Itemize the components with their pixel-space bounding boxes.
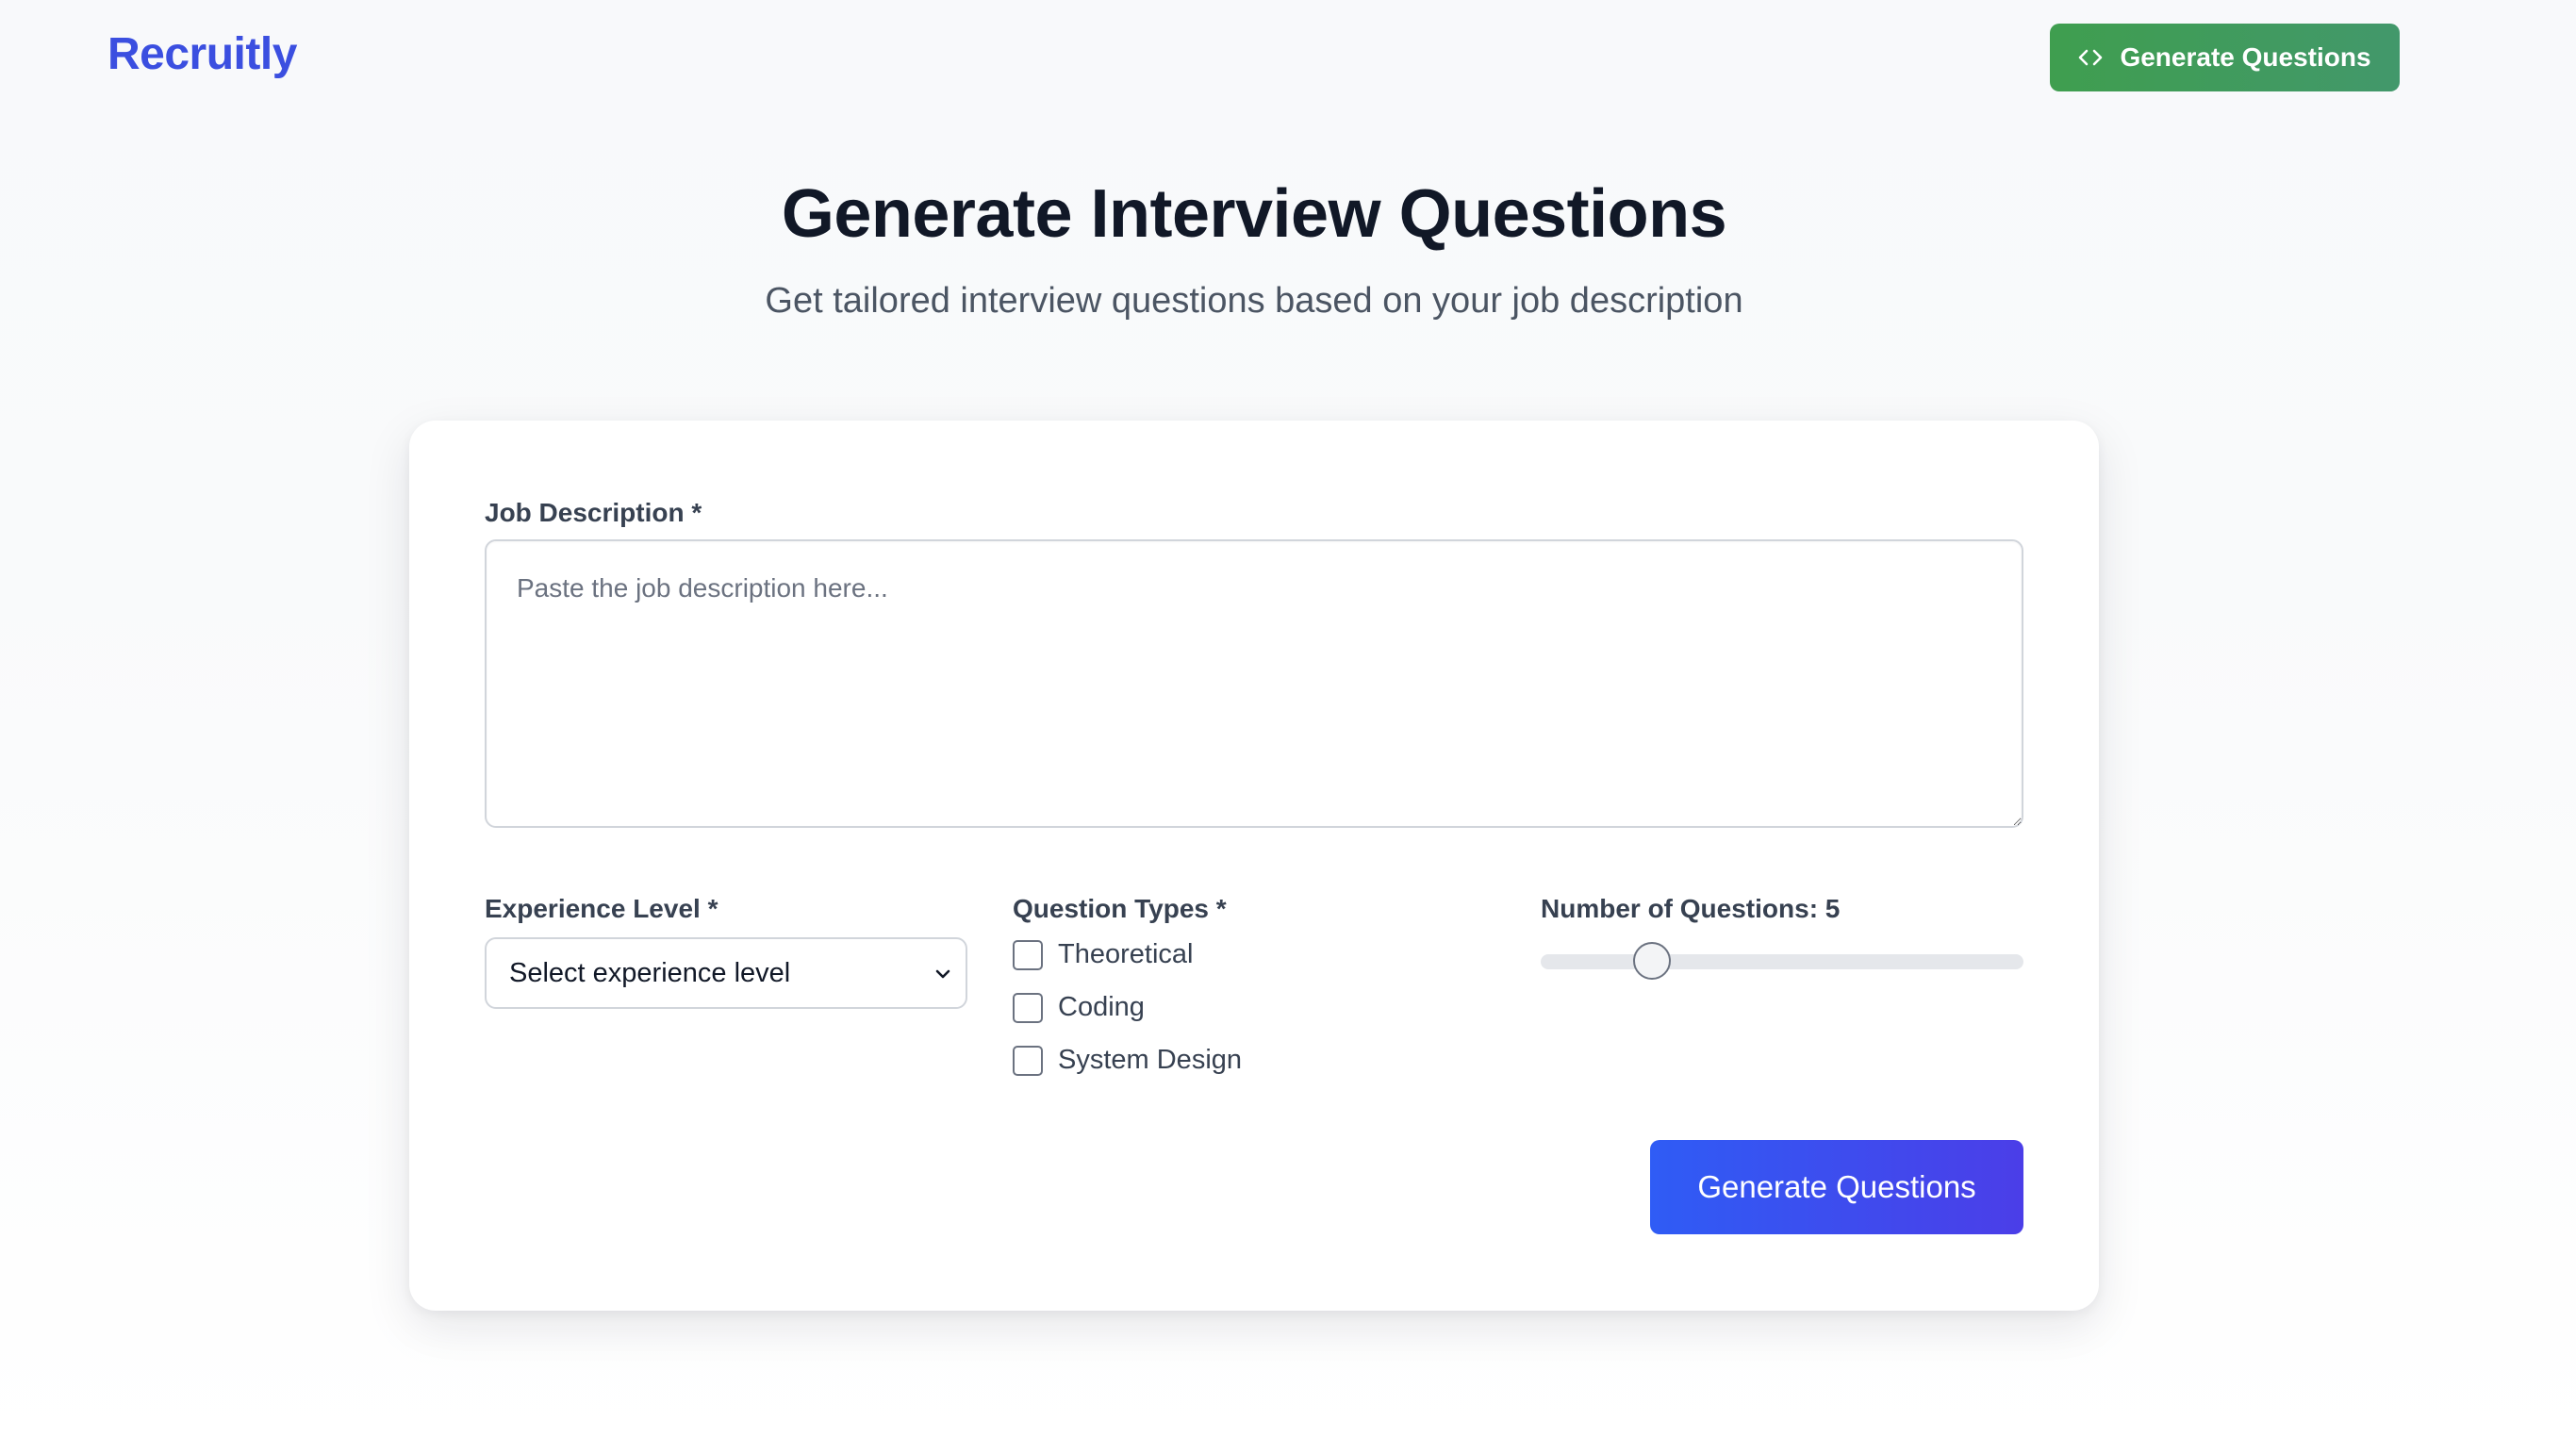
experience-level-select[interactable]: Select experience level (485, 937, 967, 1009)
checkbox-label: System Design (1058, 1045, 1243, 1075)
experience-level-label: Experience Level * (485, 894, 718, 923)
question-form-card: Job Description * Experience Level * Sel… (409, 421, 2099, 1311)
checkbox-coding[interactable]: Coding (1013, 992, 1145, 1023)
generate-questions-button[interactable]: Generate Questions (1650, 1140, 2023, 1234)
checkbox-box[interactable] (1013, 1045, 1043, 1076)
slider-thumb[interactable] (1632, 942, 1671, 980)
question-types-label: Question Types * (1013, 894, 1227, 923)
number-of-questions-slider[interactable] (1541, 942, 2023, 980)
job-description-textarea[interactable] (485, 539, 2023, 828)
number-of-questions-label: Number of Questions: 5 (1541, 894, 1841, 923)
chevron-down-icon (933, 962, 952, 993)
checkbox-label: Theoretical (1058, 939, 1194, 969)
job-description-label: Job Description * (485, 498, 702, 527)
page-title: Generate Interview Questions (781, 176, 1727, 252)
checkbox-box[interactable] (1013, 992, 1043, 1023)
app-logo[interactable]: Recruitly (107, 28, 297, 80)
header-button-label: Generate Questions (2120, 42, 2371, 72)
code-icon (2078, 48, 2103, 67)
checkbox-theoretical[interactable]: Theoretical (1013, 939, 1193, 970)
page-subtitle: Get tailored interview questions based o… (765, 281, 1743, 321)
experience-level-selected: Select experience level (509, 957, 791, 988)
top-header: Recruitly Generate Questions (0, 0, 2576, 115)
checkbox-system-design[interactable]: System Design (1013, 1045, 1242, 1076)
checkbox-box[interactable] (1013, 939, 1043, 970)
header-generate-questions-button[interactable]: Generate Questions (2050, 24, 2400, 91)
checkbox-label: Coding (1058, 992, 1145, 1022)
